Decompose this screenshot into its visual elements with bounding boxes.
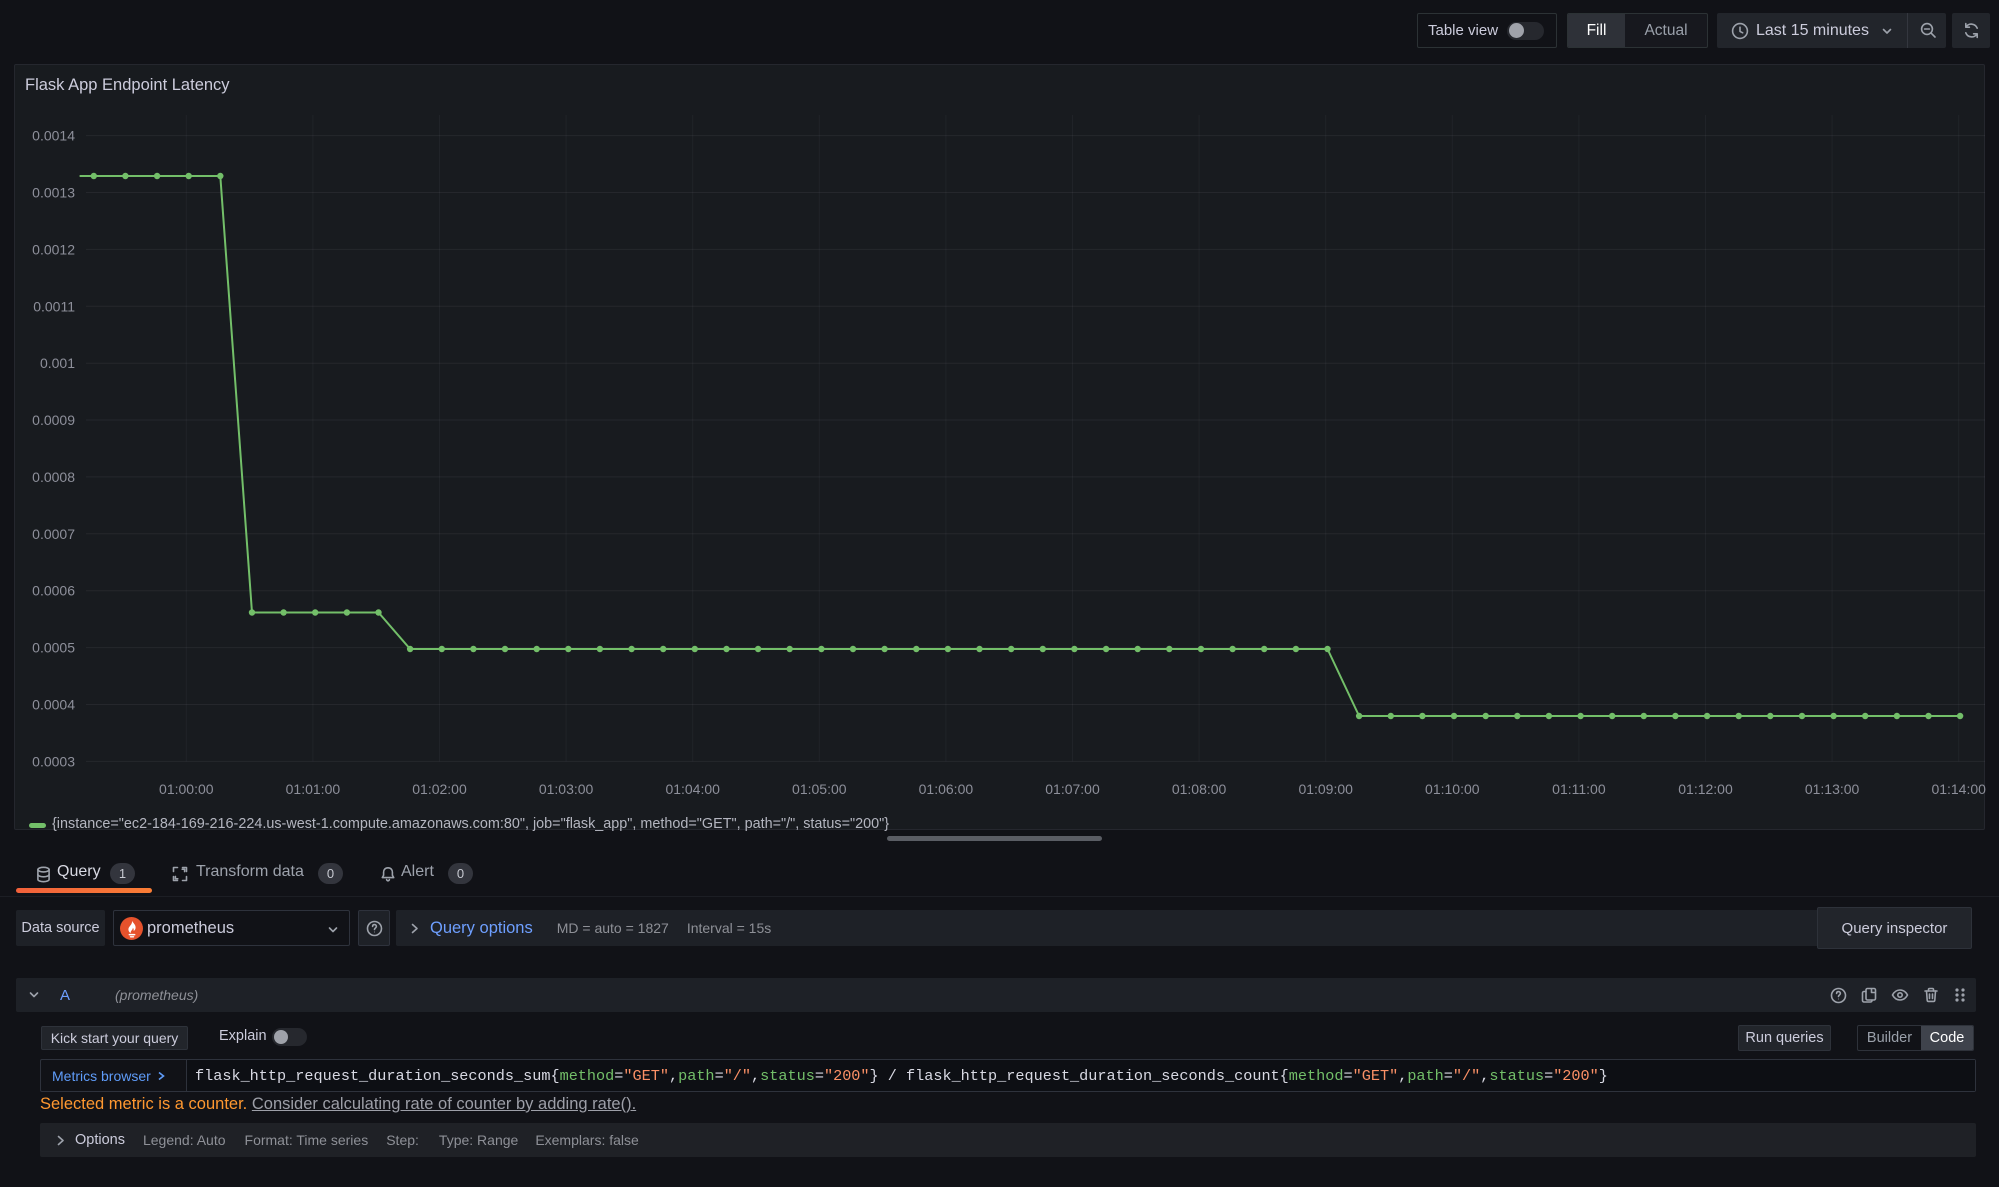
svg-text:0.0004: 0.0004 xyxy=(32,697,75,713)
svg-text:01:14:00: 01:14:00 xyxy=(1931,781,1986,797)
svg-text:01:07:00: 01:07:00 xyxy=(1045,781,1100,797)
svg-text:01:00:00: 01:00:00 xyxy=(159,781,214,797)
svg-text:01:12:00: 01:12:00 xyxy=(1678,781,1733,797)
svg-text:0.0006: 0.0006 xyxy=(32,583,75,599)
svg-text:0.0007: 0.0007 xyxy=(32,526,75,542)
svg-text:01:02:00: 01:02:00 xyxy=(412,781,467,797)
svg-text:01:05:00: 01:05:00 xyxy=(792,781,847,797)
svg-text:0.001: 0.001 xyxy=(40,355,75,371)
svg-text:0.0014: 0.0014 xyxy=(32,128,75,144)
svg-text:01:08:00: 01:08:00 xyxy=(1172,781,1227,797)
svg-text:01:10:00: 01:10:00 xyxy=(1425,781,1480,797)
svg-text:01:01:00: 01:01:00 xyxy=(286,781,341,797)
svg-text:01:04:00: 01:04:00 xyxy=(665,781,720,797)
svg-text:0.0013: 0.0013 xyxy=(32,185,75,201)
svg-text:0.0003: 0.0003 xyxy=(32,753,75,769)
svg-text:0.0012: 0.0012 xyxy=(32,241,75,257)
svg-text:0.0009: 0.0009 xyxy=(32,412,75,428)
svg-text:01:03:00: 01:03:00 xyxy=(539,781,594,797)
svg-text:0.0008: 0.0008 xyxy=(32,469,75,485)
svg-text:01:09:00: 01:09:00 xyxy=(1298,781,1353,797)
svg-text:01:06:00: 01:06:00 xyxy=(919,781,974,797)
svg-text:0.0005: 0.0005 xyxy=(32,640,75,656)
svg-text:0.0011: 0.0011 xyxy=(33,298,75,314)
svg-text:01:11:00: 01:11:00 xyxy=(1552,781,1606,797)
svg-text:01:13:00: 01:13:00 xyxy=(1805,781,1860,797)
